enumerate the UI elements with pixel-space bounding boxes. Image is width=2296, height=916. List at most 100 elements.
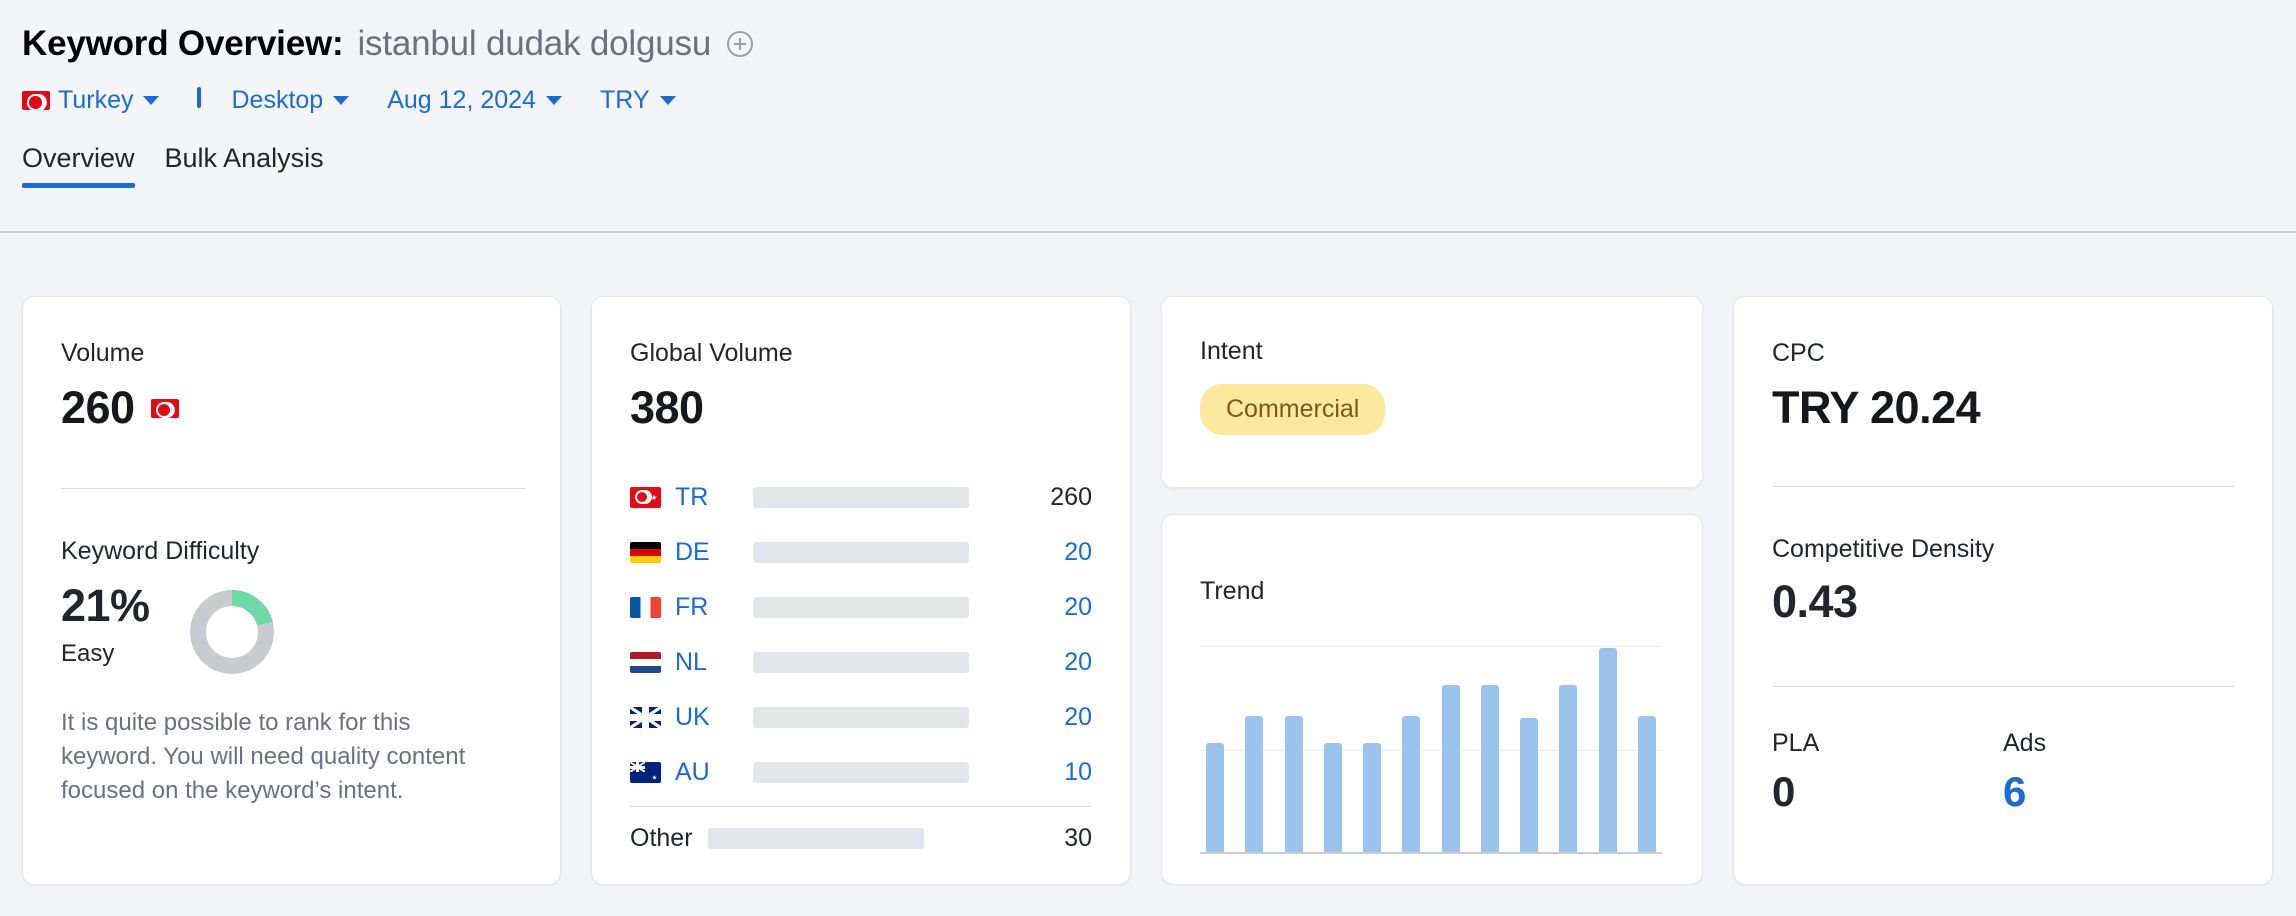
divider — [61, 488, 526, 489]
country-volume-value: 260 — [1050, 483, 1092, 511]
page-title-prefix: Keyword Overview: — [22, 24, 344, 63]
country-bar-track — [753, 597, 969, 618]
competitive-density-title: Competitive Density — [1772, 535, 1995, 563]
volume-value: 260 — [61, 382, 135, 433]
country-code[interactable]: NL — [675, 648, 749, 677]
other-row: Other 30 — [630, 811, 1092, 866]
country-code[interactable]: DE — [675, 538, 749, 567]
keyword-difficulty-description: It is quite possible to rank for this ke… — [61, 709, 466, 805]
trend-bar — [1598, 648, 1617, 852]
card-grid: Volume 260 Keyword Difficulty 21% Easy I… — [22, 296, 2273, 885]
ads-value[interactable]: 6 — [2003, 768, 2234, 816]
trend-bar — [1441, 685, 1460, 852]
uk-flag-icon — [630, 707, 661, 728]
country-row: DE 20 — [630, 525, 1092, 580]
volume-title: Volume — [61, 339, 145, 367]
trend-bar — [1206, 742, 1224, 852]
divider — [630, 806, 1092, 807]
trend-bar — [1284, 716, 1303, 852]
france-flag-icon — [630, 597, 661, 618]
country-volume-value[interactable]: 20 — [1064, 593, 1092, 622]
keyword-difficulty-title: Keyword Difficulty — [61, 537, 260, 565]
cpc-card: CPC TRY 20.24 Competitive Density 0.43 P… — [1733, 296, 2273, 885]
country-bar-track — [753, 487, 969, 508]
country-bar-track — [753, 542, 969, 563]
ads-label: Ads — [2003, 729, 2047, 757]
divider — [1772, 486, 2234, 487]
global-volume-title: Global Volume — [630, 339, 793, 367]
country-code[interactable]: FR — [675, 593, 749, 622]
filter-country[interactable]: Turkey — [22, 86, 160, 115]
country-bar-track — [753, 707, 969, 728]
country-bar-track — [753, 652, 969, 673]
cpc-value: TRY 20.24 — [1772, 382, 1981, 433]
page-title: Keyword Overview: istanbul dudak dolgusu — [22, 18, 2296, 70]
country-code[interactable]: TR — [675, 483, 749, 512]
keyword-difficulty-level: Easy — [61, 640, 115, 667]
chevron-down-icon — [545, 96, 562, 105]
global-volume-value: 380 — [630, 382, 704, 433]
germany-flag-icon — [630, 542, 661, 563]
tab-bulk-analysis[interactable]: Bulk Analysis — [165, 143, 324, 188]
other-label: Other — [630, 824, 693, 852]
volume-card: Volume 260 Keyword Difficulty 21% Easy I… — [22, 296, 561, 885]
country-volume-value[interactable]: 20 — [1064, 538, 1092, 567]
trend-title: Trend — [1200, 577, 1265, 605]
country-code[interactable]: AU — [675, 758, 749, 787]
australia-flag-icon — [630, 762, 661, 783]
keyword-difficulty-row: 21% Easy — [61, 580, 522, 678]
page-header: Keyword Overview: istanbul dudak dolgusu… — [0, 0, 2296, 115]
netherlands-flag-icon — [630, 652, 661, 673]
chevron-down-icon — [659, 96, 676, 105]
filter-bar: Turkey Desktop Aug 12, 2024 TRY — [22, 86, 2296, 115]
filter-date[interactable]: Aug 12, 2024 — [387, 86, 562, 115]
other-bar-track — [708, 828, 924, 849]
intent-title: Intent — [1200, 337, 1263, 365]
ads-block: Ads 6 — [2003, 729, 2234, 816]
volume-value-row: 260 — [61, 382, 522, 434]
trend-bar — [1402, 716, 1421, 852]
chevron-down-icon — [333, 96, 350, 105]
trend-bar — [1480, 685, 1499, 852]
gauge-donut-icon — [189, 590, 274, 674]
pla-label: PLA — [1772, 729, 1820, 757]
trend-bar — [1637, 716, 1656, 852]
global-volume-card: Global Volume 380 TR 260 DE 20 FR 20 NL 20 UK 20 A… — [591, 296, 1131, 885]
country-volume-value[interactable]: 20 — [1064, 648, 1092, 677]
other-volume-value: 30 — [1064, 824, 1092, 852]
chart-baseline — [1200, 852, 1662, 854]
intent-badge[interactable]: Commercial — [1200, 384, 1386, 435]
competitive-density-value: 0.43 — [1772, 576, 1858, 627]
turkey-flag-icon — [22, 91, 50, 110]
trend-card: Trend — [1161, 514, 1703, 885]
trend-chart — [1200, 646, 1662, 854]
filter-currency[interactable]: TRY — [600, 86, 676, 115]
country-code[interactable]: UK — [675, 703, 749, 732]
country-row: FR 20 — [630, 580, 1092, 635]
keyword-difficulty-value: 21% — [61, 580, 150, 631]
filter-date-label: Aug 12, 2024 — [387, 86, 536, 114]
country-bar-track — [753, 762, 969, 783]
monitor-icon — [197, 86, 223, 113]
trend-bar — [1520, 718, 1539, 852]
pla-value: 0 — [1772, 768, 1796, 815]
turkey-flag-icon — [150, 398, 179, 418]
trend-bar — [1323, 742, 1342, 852]
filter-device[interactable]: Desktop — [197, 86, 350, 115]
trend-bar — [1559, 685, 1578, 852]
chevron-down-icon — [143, 96, 160, 105]
country-row: TR 260 — [630, 470, 1092, 525]
country-row: NL 20 — [630, 635, 1092, 690]
intent-trend-column: Intent Commercial Trend — [1161, 296, 1703, 885]
country-volume-value[interactable]: 20 — [1064, 703, 1092, 732]
tab-overview[interactable]: Overview — [22, 143, 135, 188]
country-volume-list: TR 260 DE 20 FR 20 NL 20 UK 20 AU 10 Other 30 — [630, 470, 1092, 866]
intent-card: Intent Commercial — [1161, 296, 1703, 488]
turkey-flag-icon — [630, 487, 661, 508]
plus-circle-icon[interactable] — [727, 31, 754, 57]
keyword-difficulty-gauge — [186, 586, 278, 678]
filter-device-label: Desktop — [231, 86, 324, 114]
cpc-title: CPC — [1772, 339, 1825, 367]
trend-bars — [1200, 646, 1662, 852]
country-volume-value[interactable]: 10 — [1064, 758, 1092, 787]
